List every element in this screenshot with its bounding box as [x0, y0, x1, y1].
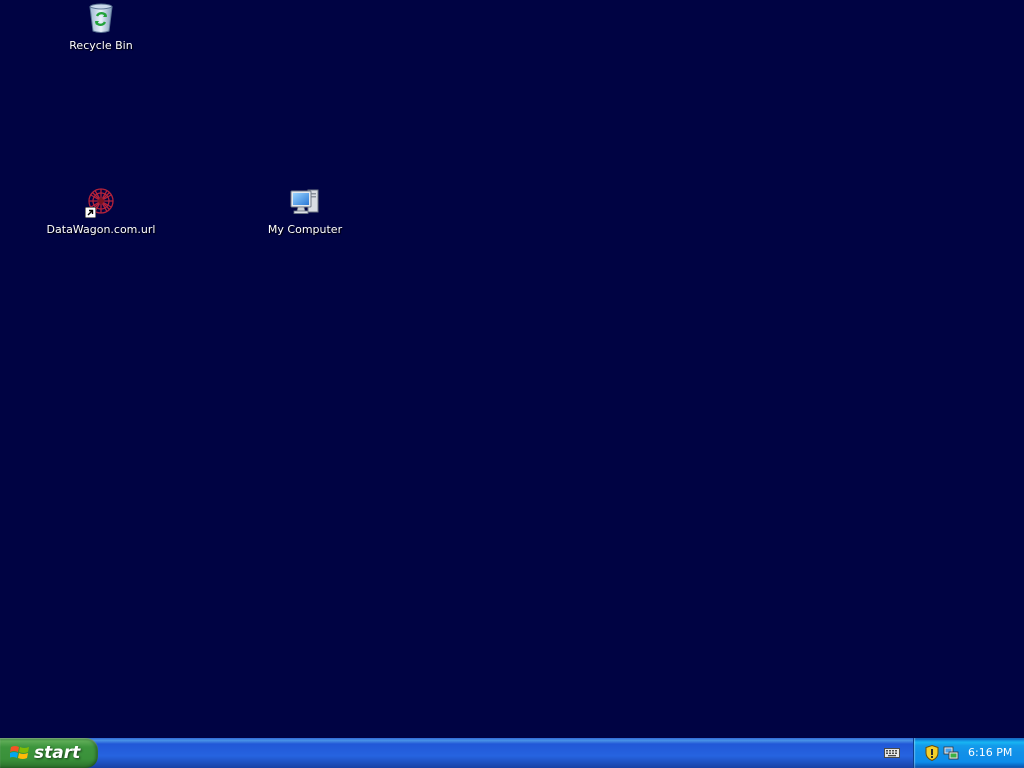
- windows-logo-icon: [10, 746, 29, 759]
- keyboard-icon[interactable]: [884, 747, 900, 759]
- recycle-bin-label: Recycle Bin: [69, 39, 133, 52]
- internet-shortcut-icon: [85, 186, 117, 218]
- start-label: start: [34, 743, 81, 763]
- network-icon[interactable]: [943, 745, 959, 761]
- system-tray: 6:16 PM: [913, 738, 1024, 768]
- desktop[interactable]: Recycle Bin DataWagon.com.url My Compute…: [0, 0, 1024, 738]
- desktop-icon-my-computer[interactable]: My Computer: [245, 186, 365, 237]
- security-shield-icon[interactable]: [925, 745, 939, 761]
- start-button[interactable]: start: [0, 738, 98, 768]
- shortcut-arrow-icon: [85, 207, 96, 218]
- desktop-icon-recycle-bin[interactable]: Recycle Bin: [41, 2, 161, 53]
- my-computer-icon: [289, 186, 321, 218]
- clock[interactable]: 6:16 PM: [968, 746, 1012, 759]
- datawagon-url-label: DataWagon.com.url: [46, 223, 156, 236]
- recycle-bin-icon: [85, 2, 117, 34]
- my-computer-label: My Computer: [267, 223, 343, 236]
- desktop-icon-datawagon-url[interactable]: DataWagon.com.url: [41, 186, 161, 237]
- taskbar[interactable]: start 6:16 PM: [0, 738, 1024, 768]
